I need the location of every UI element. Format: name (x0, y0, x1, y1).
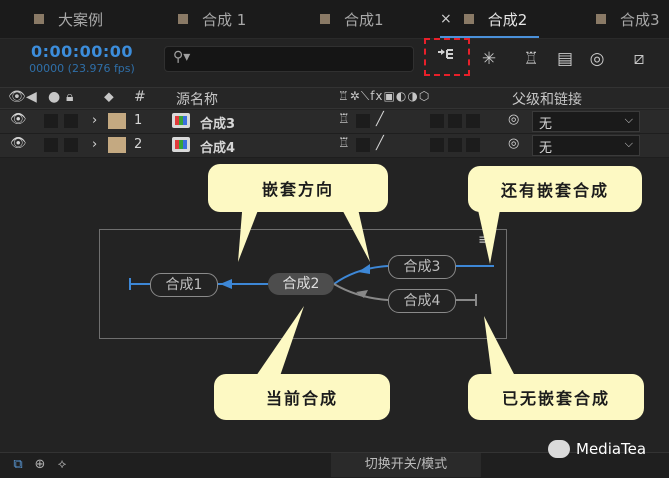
flowchart-node[interactable]: 合成1 (150, 273, 218, 297)
layer-switches-pane-icon[interactable]: ⧉ (10, 457, 26, 473)
flowchart-node[interactable]: 合成3 (388, 255, 456, 279)
callout-more-nested: 还有嵌套合成 (468, 166, 642, 212)
chat-logo-icon (548, 440, 570, 458)
callout-no-more-nested: 已无嵌套合成 (468, 374, 644, 420)
callout-nest-direction: 嵌套方向 (208, 164, 388, 212)
watermark-text: MediaTea (576, 440, 647, 458)
transfer-controls-pane-icon[interactable]: ⊕ (32, 457, 48, 473)
in-out-pane-icon[interactable]: ⟡ (54, 457, 70, 473)
flowchart-node-current[interactable]: 合成2 (268, 273, 334, 295)
flowchart-node[interactable]: 合成4 (388, 289, 456, 313)
watermark: MediaTea (548, 440, 646, 458)
toggle-switches-modes[interactable]: 切换开关/模式 (331, 453, 481, 477)
callout-current-comp: 当前合成 (214, 374, 390, 420)
